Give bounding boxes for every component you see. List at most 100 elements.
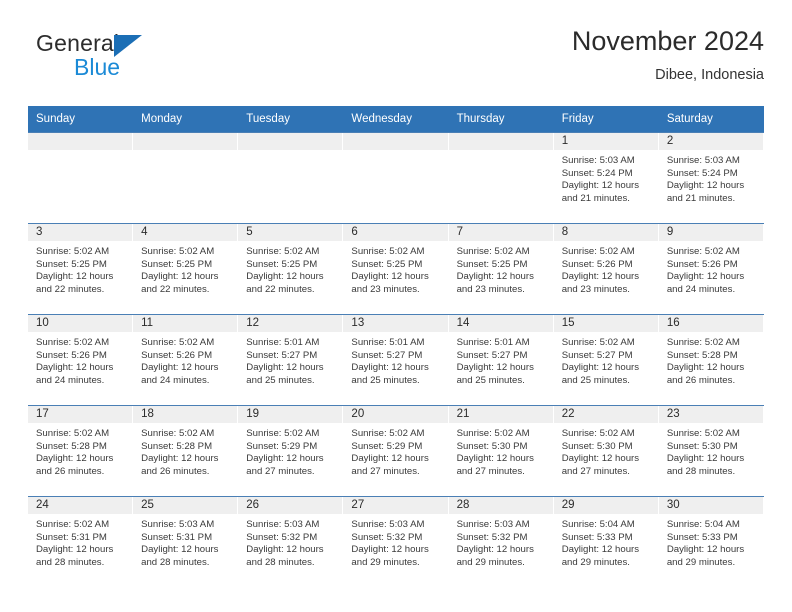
day-detail-line: Daylight: 12 hours xyxy=(456,544,534,556)
day-cell-inner: 1 Sunrise: 5:03 AM Sunset: 5:24 PM Daylight… xyxy=(553,133,659,223)
general-blue-logo[interactable]: General Blue xyxy=(36,30,216,88)
day-details: Sunrise: 5:01 AM Sunset: 5:27 PM Daylight:… xyxy=(449,332,554,387)
calendar-day-cell[interactable]: 1 Sunrise: 5:03 AM Sunset: 5:24 PM Daylight… xyxy=(553,132,659,224)
calendar-day-cell[interactable]: 21 Sunrise: 5:02 AM Sunset: 5:30 PM Dayligh… xyxy=(448,405,554,497)
calendar-body: 1 Sunrise: 5:03 AM Sunset: 5:24 PM Daylight… xyxy=(28,132,764,587)
day-detail-line: Sunrise: 5:04 AM xyxy=(561,519,635,530)
day-cell-inner: 18 Sunrise: 5:02 AM Sunset: 5:28 PM Dayligh… xyxy=(133,406,239,496)
day-detail-line: Sunset: 5:26 PM xyxy=(141,349,213,361)
calendar-day-cell[interactable]: 3 Sunrise: 5:02 AM Sunset: 5:25 PM Daylight… xyxy=(28,223,134,315)
calendar-week-row: 3 Sunrise: 5:02 AM Sunset: 5:25 PM Daylight… xyxy=(28,223,764,315)
weekday-header-monday: Monday xyxy=(133,106,239,133)
calendar-day-cell[interactable]: 27 Sunrise: 5:03 AM Sunset: 5:32 PM Dayligh… xyxy=(343,496,449,587)
day-detail-line: Sunset: 5:26 PM xyxy=(36,349,107,361)
calendar-empty-cell xyxy=(28,132,134,224)
calendar-day-cell[interactable]: 18 Sunrise: 5:02 AM Sunset: 5:28 PM Dayligh… xyxy=(133,405,239,497)
day-details: Sunrise: 5:04 AM Sunset: 5:33 PM Daylight:… xyxy=(659,514,764,569)
day-detail-line: and 22 minutes. xyxy=(246,283,315,295)
day-detail-line: Sunset: 5:30 PM xyxy=(456,440,528,452)
day-cell-inner: 27 Sunrise: 5:03 AM Sunset: 5:32 PM Dayligh… xyxy=(343,497,449,587)
day-cell-inner: 29 Sunrise: 5:04 AM Sunset: 5:33 PM Dayligh… xyxy=(553,497,659,587)
day-details: Sunrise: 5:02 AM Sunset: 5:26 PM Daylight:… xyxy=(28,332,133,387)
day-detail-line: and 28 minutes. xyxy=(36,556,105,568)
day-detail-line: Daylight: 12 hours xyxy=(456,362,534,374)
day-details: Sunrise: 5:01 AM Sunset: 5:27 PM Daylight:… xyxy=(343,332,448,387)
calendar-day-cell[interactable]: 20 Sunrise: 5:02 AM Sunset: 5:29 PM Dayligh… xyxy=(343,405,449,497)
calendar-day-cell[interactable]: 28 Sunrise: 5:03 AM Sunset: 5:32 PM Dayligh… xyxy=(448,496,554,587)
day-detail-line: Daylight: 12 hours xyxy=(246,362,324,374)
day-cell-inner: 28 Sunrise: 5:03 AM Sunset: 5:32 PM Dayligh… xyxy=(448,497,554,587)
calendar-day-cell[interactable]: 12 Sunrise: 5:01 AM Sunset: 5:27 PM Dayligh… xyxy=(238,314,344,406)
day-number xyxy=(343,133,449,150)
day-details: Sunrise: 5:02 AM Sunset: 5:25 PM Daylight:… xyxy=(133,241,238,296)
day-detail-line: Daylight: 12 hours xyxy=(561,180,640,192)
day-detail-line: and 24 minutes. xyxy=(141,374,210,386)
day-cell-inner xyxy=(343,133,449,223)
calendar-day-cell[interactable]: 14 Sunrise: 5:01 AM Sunset: 5:27 PM Dayligh… xyxy=(448,314,554,406)
calendar-day-cell[interactable]: 29 Sunrise: 5:04 AM Sunset: 5:33 PM Dayligh… xyxy=(553,496,659,587)
day-detail-line: Daylight: 12 hours xyxy=(351,271,429,283)
day-cell-inner: 23 Sunrise: 5:02 AM Sunset: 5:30 PM Dayligh… xyxy=(658,406,764,496)
calendar-day-cell[interactable]: 7 Sunrise: 5:02 AM Sunset: 5:25 PM Daylight… xyxy=(448,223,554,315)
calendar-week-row: 10 Sunrise: 5:02 AM Sunset: 5:26 PM Dayligh… xyxy=(28,314,764,406)
calendar-day-cell[interactable]: 23 Sunrise: 5:02 AM Sunset: 5:30 PM Dayligh… xyxy=(658,405,764,497)
day-detail-line: Sunset: 5:33 PM xyxy=(561,531,633,543)
day-number: 11 xyxy=(133,315,239,332)
calendar-day-cell[interactable]: 15 Sunrise: 5:02 AM Sunset: 5:27 PM Dayligh… xyxy=(553,314,659,406)
day-detail-line: Daylight: 12 hours xyxy=(351,453,429,465)
day-details xyxy=(343,150,448,155)
day-details: Sunrise: 5:02 AM Sunset: 5:25 PM Daylight:… xyxy=(28,241,133,296)
day-cell-inner: 4 Sunrise: 5:02 AM Sunset: 5:25 PM Daylight… xyxy=(133,224,239,314)
calendar-day-cell[interactable]: 17 Sunrise: 5:02 AM Sunset: 5:28 PM Dayligh… xyxy=(28,405,134,497)
day-detail-line: and 27 minutes. xyxy=(246,465,315,477)
calendar-day-cell[interactable]: 4 Sunrise: 5:02 AM Sunset: 5:25 PM Daylight… xyxy=(133,223,239,315)
day-detail-line: Daylight: 12 hours xyxy=(141,453,219,465)
day-detail-line: Sunrise: 5:02 AM xyxy=(561,428,635,439)
calendar-day-cell[interactable]: 30 Sunrise: 5:04 AM Sunset: 5:33 PM Dayligh… xyxy=(658,496,764,587)
day-cell-inner: 16 Sunrise: 5:02 AM Sunset: 5:28 PM Dayligh… xyxy=(658,315,764,405)
day-detail-line: and 26 minutes. xyxy=(36,465,105,477)
day-detail-line: and 26 minutes. xyxy=(666,374,736,386)
day-detail-line: Daylight: 12 hours xyxy=(666,271,745,283)
calendar-day-cell[interactable]: 5 Sunrise: 5:02 AM Sunset: 5:25 PM Daylight… xyxy=(238,223,344,315)
weekday-header-wednesday: Wednesday xyxy=(343,106,449,133)
day-detail-line: and 21 minutes. xyxy=(561,192,630,204)
day-number: 4 xyxy=(133,224,239,241)
day-cell-inner: 30 Sunrise: 5:04 AM Sunset: 5:33 PM Dayligh… xyxy=(658,497,764,587)
day-number xyxy=(133,133,239,150)
day-cell-inner: 22 Sunrise: 5:02 AM Sunset: 5:30 PM Dayligh… xyxy=(553,406,659,496)
calendar-day-cell[interactable]: 6 Sunrise: 5:02 AM Sunset: 5:25 PM Daylight… xyxy=(343,223,449,315)
day-cell-inner: 12 Sunrise: 5:01 AM Sunset: 5:27 PM Dayligh… xyxy=(238,315,344,405)
calendar-day-cell[interactable]: 26 Sunrise: 5:03 AM Sunset: 5:32 PM Dayligh… xyxy=(238,496,344,587)
day-number: 6 xyxy=(343,224,449,241)
day-number: 9 xyxy=(658,224,764,241)
calendar-day-cell[interactable]: 19 Sunrise: 5:02 AM Sunset: 5:29 PM Dayligh… xyxy=(238,405,344,497)
calendar-day-cell[interactable]: 9 Sunrise: 5:02 AM Sunset: 5:26 PM Daylight… xyxy=(658,223,764,315)
day-cell-inner xyxy=(28,133,134,223)
day-detail-line: Daylight: 12 hours xyxy=(666,362,745,374)
day-detail-line: Sunset: 5:30 PM xyxy=(561,440,633,452)
calendar-day-cell[interactable]: 8 Sunrise: 5:02 AM Sunset: 5:26 PM Daylight… xyxy=(553,223,659,315)
day-detail-line: Sunrise: 5:02 AM xyxy=(36,246,110,257)
calendar-day-cell[interactable]: 25 Sunrise: 5:03 AM Sunset: 5:31 PM Dayligh… xyxy=(133,496,239,587)
calendar-day-cell[interactable]: 11 Sunrise: 5:02 AM Sunset: 5:26 PM Dayligh… xyxy=(133,314,239,406)
calendar-day-cell[interactable]: 22 Sunrise: 5:02 AM Sunset: 5:30 PM Dayligh… xyxy=(553,405,659,497)
day-details: Sunrise: 5:02 AM Sunset: 5:30 PM Daylight:… xyxy=(554,423,659,478)
day-number: 5 xyxy=(238,224,344,241)
day-cell-inner: 20 Sunrise: 5:02 AM Sunset: 5:29 PM Dayligh… xyxy=(343,406,449,496)
day-number xyxy=(28,133,134,150)
day-detail-line: Sunrise: 5:02 AM xyxy=(36,519,110,530)
day-detail-line: and 22 minutes. xyxy=(141,283,210,295)
calendar-day-cell[interactable]: 16 Sunrise: 5:02 AM Sunset: 5:28 PM Dayligh… xyxy=(658,314,764,406)
day-cell-inner: 13 Sunrise: 5:01 AM Sunset: 5:27 PM Dayligh… xyxy=(343,315,449,405)
day-cell-inner: 11 Sunrise: 5:02 AM Sunset: 5:26 PM Dayligh… xyxy=(133,315,239,405)
calendar-day-cell[interactable]: 13 Sunrise: 5:01 AM Sunset: 5:27 PM Dayligh… xyxy=(343,314,449,406)
day-detail-line: Daylight: 12 hours xyxy=(141,271,219,283)
calendar-day-cell[interactable]: 10 Sunrise: 5:02 AM Sunset: 5:26 PM Dayligh… xyxy=(28,314,134,406)
day-details: Sunrise: 5:02 AM Sunset: 5:29 PM Daylight:… xyxy=(343,423,448,478)
day-detail-line: Sunrise: 5:01 AM xyxy=(351,337,425,348)
calendar-day-cell[interactable]: 2 Sunrise: 5:03 AM Sunset: 5:24 PM Daylight… xyxy=(658,132,764,224)
calendar-day-cell[interactable]: 24 Sunrise: 5:02 AM Sunset: 5:31 PM Dayligh… xyxy=(28,496,134,587)
day-detail-line: Daylight: 12 hours xyxy=(561,271,640,283)
day-detail-line: Sunrise: 5:03 AM xyxy=(666,155,740,166)
